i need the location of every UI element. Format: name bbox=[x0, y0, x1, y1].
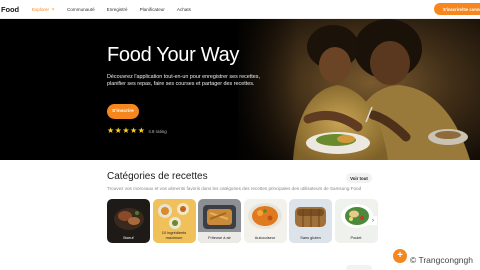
nav-item-label: Achats bbox=[176, 6, 191, 12]
star-icon: ★ bbox=[122, 126, 130, 135]
hero-description: Découvrez l'application tout-en-un pour … bbox=[107, 74, 260, 87]
nav-item-planificateur[interactable]: Planificateur bbox=[140, 7, 165, 12]
add-button[interactable]: + bbox=[393, 249, 407, 263]
nav-item-achats[interactable]: Achats bbox=[177, 7, 191, 12]
rating-text: 4.8 rating bbox=[148, 128, 167, 134]
star-icon: ★ bbox=[114, 126, 122, 135]
star-icon: ★ bbox=[130, 126, 138, 135]
category-card-autocuiseur[interactable]: Autocuiseur bbox=[243, 199, 287, 243]
chevron-down-icon bbox=[51, 8, 55, 10]
next-section-button[interactable] bbox=[346, 265, 372, 270]
nav-menu: Explorer Communauté Enregistré Planifica… bbox=[32, 7, 203, 12]
hero-title: Food Your Way bbox=[107, 44, 240, 66]
categories-subtitle: Trouvez vos morceaux et vos aliments fav… bbox=[107, 186, 362, 191]
rating: ★ ★ ★ ★ ★ 4.8 rating bbox=[107, 127, 167, 135]
hero-gradient bbox=[228, 19, 298, 160]
nav-item-enregistre[interactable]: Enregistré bbox=[107, 7, 128, 12]
category-label: Poulet bbox=[350, 234, 362, 240]
star-icon: ★ bbox=[137, 126, 145, 135]
hero-section: Food Your Way Découvrez l'application to… bbox=[0, 19, 480, 160]
category-card-10-ingredients[interactable]: 10 ingrédients maximum bbox=[152, 199, 196, 243]
star-icon: ★ bbox=[107, 126, 115, 135]
see-all-button[interactable]: Voir tout bbox=[346, 173, 372, 183]
carousel-next-button[interactable]: › bbox=[369, 216, 377, 225]
category-label: Boeuf bbox=[123, 234, 134, 240]
watermark: © Trangcongngh bbox=[410, 255, 473, 265]
category-card-sans-gluten[interactable]: Sans gluten bbox=[289, 199, 332, 243]
top-nav: Food Explorer Communauté Enregistré Plan… bbox=[0, 0, 480, 19]
category-card-boeuf[interactable]: Boeuf bbox=[107, 199, 150, 243]
categories-title: Catégories de recettes bbox=[107, 171, 208, 182]
logo[interactable]: Food bbox=[1, 5, 19, 14]
nav-item-label: Explorer bbox=[31, 6, 50, 12]
nav-item-label: Planificateur bbox=[139, 6, 165, 12]
hero-signup-button[interactable]: S'inscrire bbox=[107, 104, 139, 119]
category-label: Autocuiseur bbox=[254, 234, 276, 240]
category-carousel: Boeuf 10 ingrédients maximum Friteuse à … bbox=[107, 199, 378, 243]
nav-item-explorer[interactable]: Explorer bbox=[32, 7, 55, 12]
category-label: Friteuse à air bbox=[208, 234, 231, 240]
category-label: 10 ingrédients maximum bbox=[161, 230, 187, 240]
nav-item-communaute[interactable]: Communauté bbox=[67, 7, 95, 12]
category-card-friteuse-a-air[interactable]: Friteuse à air bbox=[198, 199, 241, 243]
category-label: Sans gluten bbox=[300, 234, 321, 240]
nav-item-label: Communauté bbox=[67, 6, 95, 12]
nav-item-label: Enregistré bbox=[106, 6, 128, 12]
signup-login-button[interactable]: S'inscrire/Se conne bbox=[434, 3, 480, 15]
